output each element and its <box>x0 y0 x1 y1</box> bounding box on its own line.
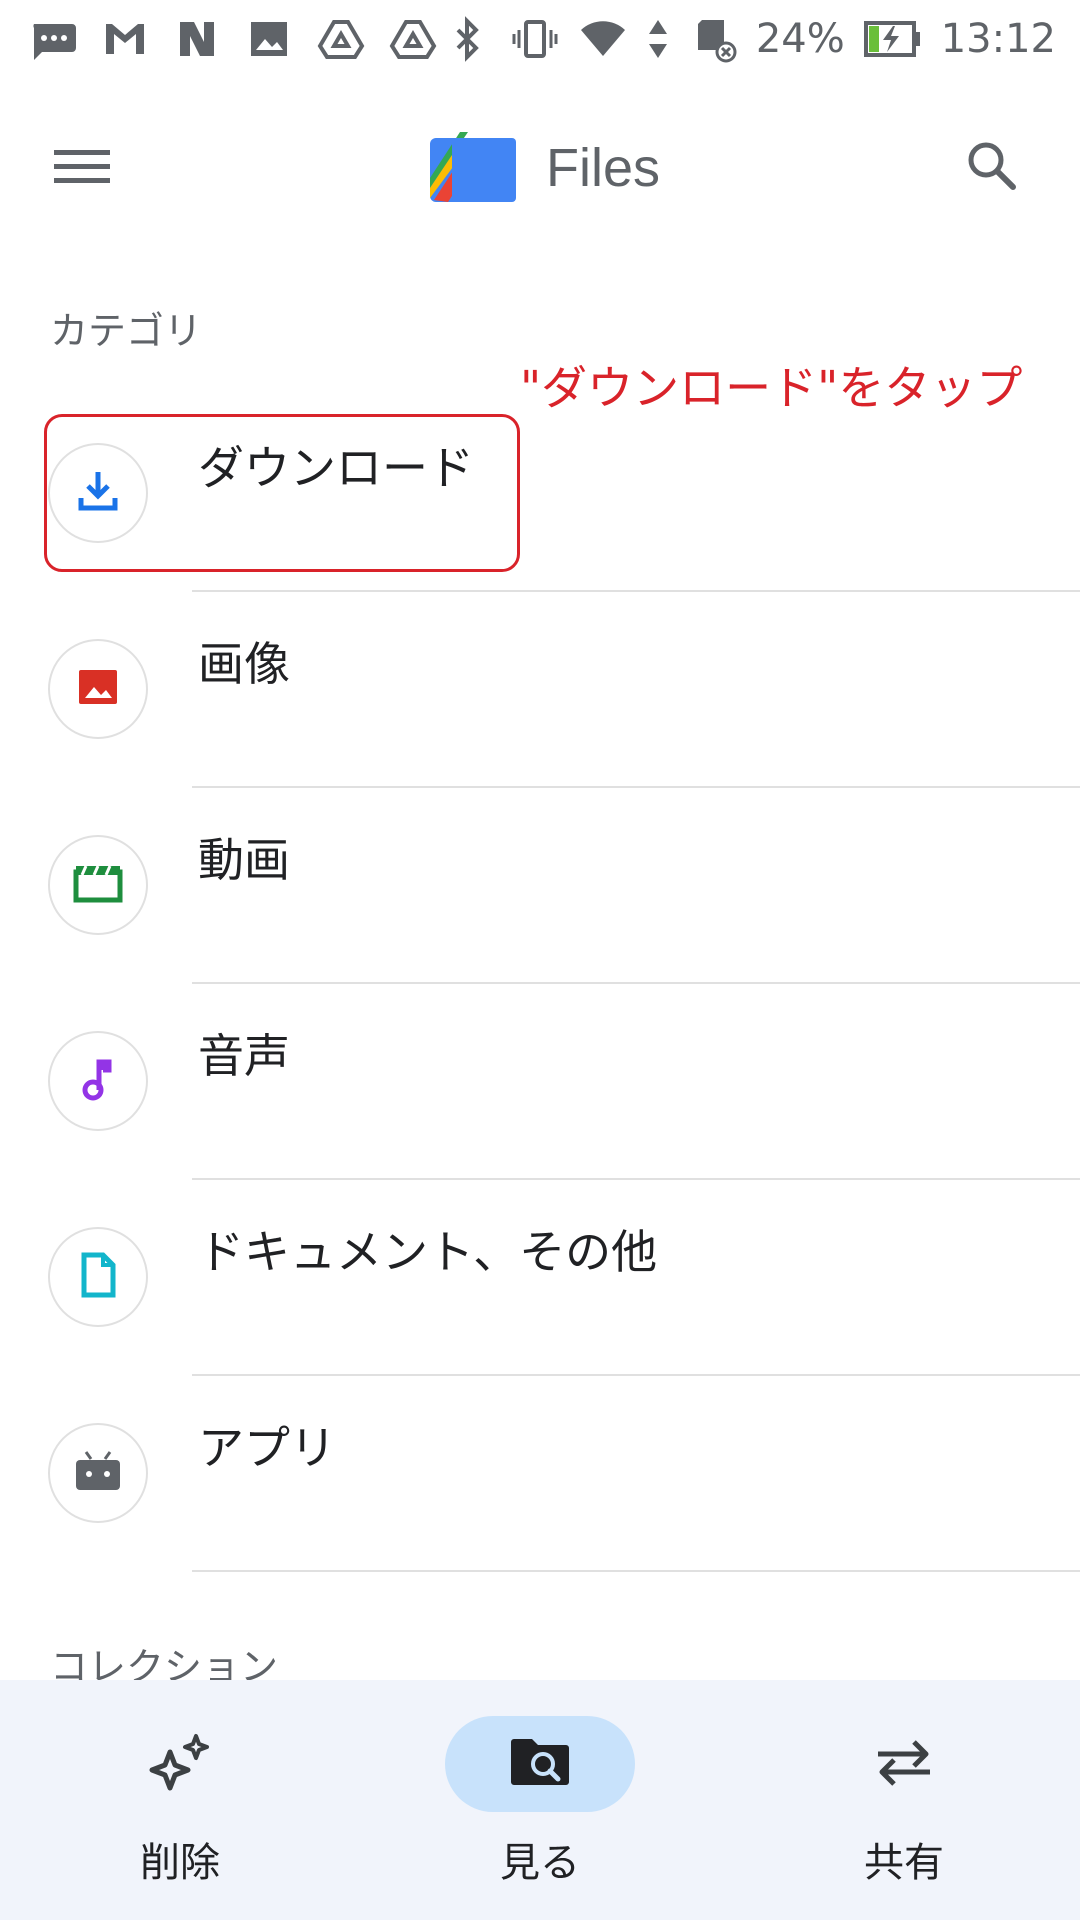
status-notification-icons <box>28 0 438 78</box>
browse-folder-icon <box>507 1734 573 1794</box>
category-icon-circle <box>48 1031 148 1131</box>
menu-button[interactable] <box>42 128 122 208</box>
drive-icon <box>388 14 438 64</box>
nav-label: 見る <box>500 1840 580 1886</box>
category-label: アプリ <box>198 1421 336 1475</box>
sparkle-icon <box>142 1732 218 1796</box>
nav-label: 削除 <box>140 1840 220 1886</box>
bottom-navigation: 削除 見る 共有 <box>0 1680 1080 1920</box>
sd-card-icon <box>688 14 738 64</box>
image-icon <box>73 662 123 716</box>
category-item-documents[interactable]: ドキュメント、その他 <box>0 1180 1080 1375</box>
gallery-icon <box>244 14 294 64</box>
nav-item-share[interactable]: 共有 <box>794 1680 1014 1920</box>
nav-icon-wrap <box>809 1716 999 1812</box>
files-logo-icon <box>428 130 518 206</box>
document-icon <box>73 1250 123 1304</box>
status-system-icons: 24% 13:12 <box>442 0 1056 78</box>
data-arrows-icon <box>646 14 670 64</box>
category-item-apps[interactable]: アプリ <box>0 1376 1080 1571</box>
search-button[interactable] <box>952 128 1032 208</box>
nfc-icon <box>172 14 222 64</box>
gmail-icon <box>100 14 150 64</box>
nav-icon-wrap-active <box>445 1716 635 1812</box>
search-icon <box>964 138 1020 198</box>
app-title: Files <box>546 138 661 198</box>
swap-arrows-icon <box>872 1734 936 1794</box>
vibrate-icon <box>510 14 560 64</box>
category-item-videos[interactable]: 動画 <box>0 788 1080 983</box>
messages-icon <box>28 14 78 64</box>
category-icon-circle <box>48 835 148 935</box>
nav-item-browse[interactable]: 見る <box>430 1680 650 1920</box>
status-bar: 24% 13:12 <box>0 0 1080 78</box>
category-item-images[interactable]: 画像 <box>0 592 1080 787</box>
menu-icon <box>54 146 110 190</box>
wifi-icon <box>578 14 628 64</box>
android-icon <box>72 1446 124 1500</box>
category-label: 音声 <box>198 1029 290 1083</box>
category-label: 画像 <box>198 637 290 691</box>
nav-icon-wrap <box>85 1716 275 1812</box>
categories-header: カテゴリ <box>50 309 203 353</box>
audio-icon <box>73 1054 123 1108</box>
battery-charging-icon <box>863 14 923 64</box>
category-icon-circle <box>48 1423 148 1523</box>
category-label: ドキュメント、その他 <box>198 1225 658 1279</box>
annotation-highlight-box <box>44 414 520 572</box>
nav-item-clean[interactable]: 削除 <box>70 1680 290 1920</box>
bluetooth-icon <box>442 14 492 64</box>
divider <box>192 1570 1080 1572</box>
nav-label: 共有 <box>864 1840 944 1886</box>
category-icon-circle <box>48 1227 148 1327</box>
battery-percent: 24% <box>755 16 845 62</box>
app-bar: Files <box>0 98 1080 238</box>
video-icon <box>72 858 124 912</box>
category-label: 動画 <box>198 833 290 887</box>
category-item-audio[interactable]: 音声 <box>0 984 1080 1179</box>
category-icon-circle <box>48 639 148 739</box>
drive-icon <box>316 14 366 64</box>
app-logo: Files <box>428 130 660 206</box>
clock: 13:12 <box>940 16 1056 62</box>
